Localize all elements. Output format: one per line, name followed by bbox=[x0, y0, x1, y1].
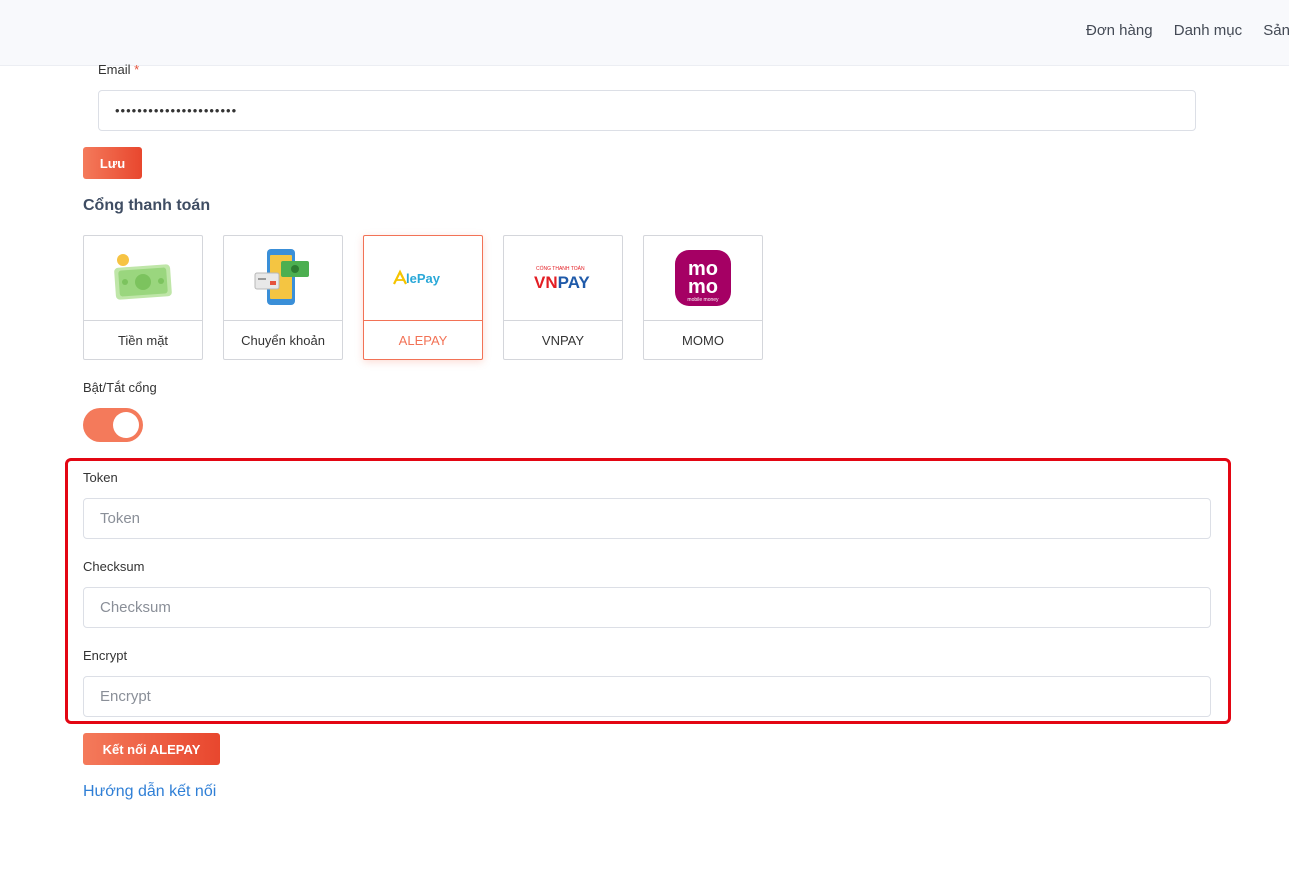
required-mark: * bbox=[134, 62, 140, 77]
momo-logo-subtext: mobile money bbox=[687, 297, 719, 303]
token-label: Token bbox=[83, 470, 118, 485]
gateway-label: ALEPAY bbox=[398, 332, 448, 348]
momo-logo: mo mo mobile money bbox=[644, 236, 762, 321]
token-input[interactable] bbox=[83, 498, 1211, 539]
vnpay-logo: CỔNG THANH TOÁN VNPAY bbox=[504, 236, 622, 321]
gateway-card-bank-transfer[interactable]: Chuyển khoản bbox=[223, 235, 343, 360]
gateway-label: Tiền mặt bbox=[117, 332, 169, 348]
gateway-toggle[interactable] bbox=[83, 408, 143, 442]
gateway-label: Chuyển khoản bbox=[241, 332, 325, 348]
toggle-knob bbox=[113, 412, 139, 438]
nav-item-products[interactable]: Sản bbox=[1263, 22, 1289, 39]
alepay-logo-text: lePay bbox=[406, 271, 441, 286]
save-button[interactable]: Lưu bbox=[83, 147, 142, 179]
connection-guide-link[interactable]: Hướng dẫn kết nối bbox=[83, 783, 216, 801]
gateway-section-title: Cổng thanh toán bbox=[83, 197, 211, 214]
email-label: Email * bbox=[98, 62, 139, 77]
alepay-logo: lePay bbox=[364, 236, 482, 321]
gateway-label: MOMO bbox=[682, 332, 724, 348]
email-input[interactable] bbox=[98, 90, 1196, 131]
checksum-label: Checksum bbox=[83, 559, 145, 574]
checksum-input[interactable] bbox=[83, 587, 1211, 628]
bank-transfer-icon bbox=[224, 236, 342, 321]
encrypt-label: Encrypt bbox=[83, 648, 128, 663]
email-label-text: Email bbox=[98, 62, 131, 77]
gateway-card-vnpay[interactable]: CỔNG THANH TOÁN VNPAY VNPAY bbox=[503, 235, 623, 360]
momo-logo-text-bottom: mo bbox=[688, 276, 718, 298]
gateway-card-alepay[interactable]: lePay ALEPAY bbox=[363, 235, 483, 360]
top-nav: Đơn hàng Danh mục Sản bbox=[1086, 22, 1289, 39]
toggle-label: Bật/Tắt cổng bbox=[83, 380, 157, 395]
encrypt-input[interactable] bbox=[83, 676, 1211, 717]
vnpay-logo-small-text: CỔNG THANH TOÁN bbox=[536, 265, 585, 272]
nav-item-orders[interactable]: Đơn hàng bbox=[1086, 22, 1153, 39]
nav-item-categories[interactable]: Danh mục bbox=[1174, 22, 1242, 39]
connect-alepay-button[interactable]: Kết nối ALEPAY bbox=[83, 733, 220, 765]
gateway-card-cash[interactable]: Tiền mặt bbox=[83, 235, 203, 360]
top-header: Đơn hàng Danh mục Sản bbox=[0, 0, 1289, 66]
gateway-card-momo[interactable]: mo mo mobile money MOMO bbox=[643, 235, 763, 360]
cash-icon bbox=[84, 236, 202, 321]
gateway-label: VNPAY bbox=[541, 332, 585, 348]
vnpay-logo-main-text: VNPAY bbox=[534, 273, 590, 292]
